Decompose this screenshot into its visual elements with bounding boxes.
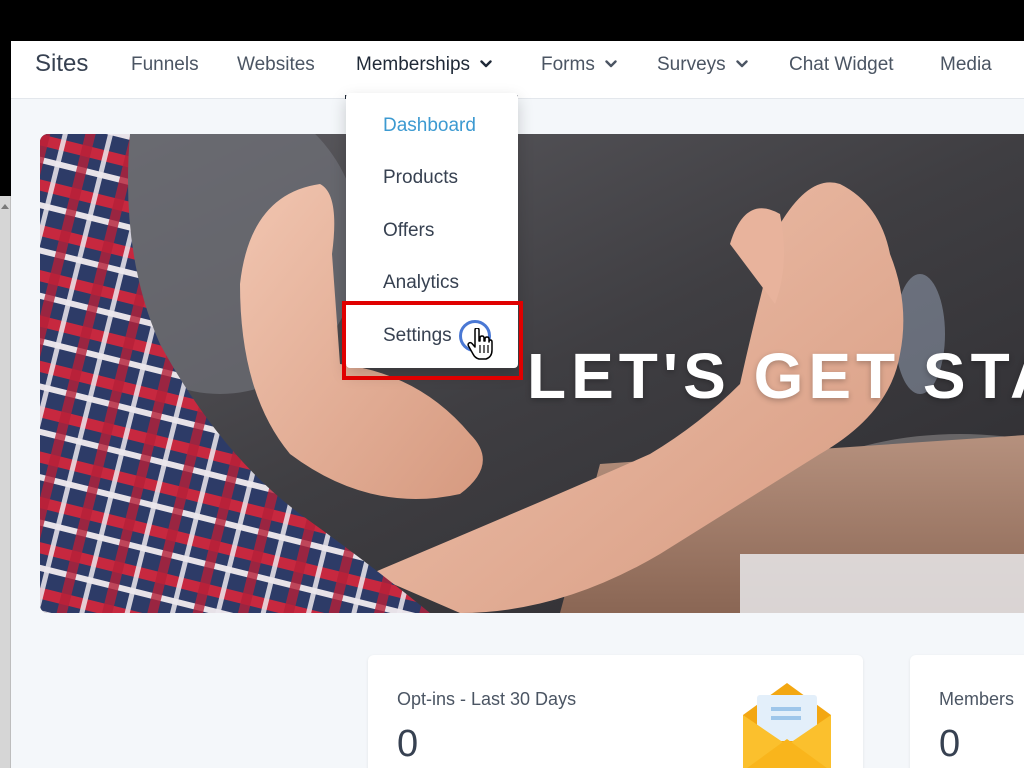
page-title: Sites (35, 50, 89, 77)
left-scrollbar[interactable] (0, 196, 11, 768)
nav-item-label: Surveys (657, 54, 726, 76)
menu-item-dashboard[interactable]: Dashboard (383, 115, 476, 137)
scroll-up-arrow-icon[interactable] (1, 204, 9, 209)
chevron-down-icon (735, 52, 748, 74)
optins-card: Opt-ins - Last 30 Days 0 (368, 655, 863, 768)
nav-item-funnels[interactable]: Funnels (131, 54, 199, 76)
nav-item-websites[interactable]: Websites (237, 54, 315, 76)
hero-banner: LET'S GET STA (40, 134, 1024, 613)
nav-item-label: Memberships (356, 54, 471, 76)
chevron-down-icon (605, 52, 617, 74)
card-title: Members (939, 689, 1015, 709)
nav-item-label: Chat Widget (789, 54, 894, 75)
nav-item-label: Funnels (131, 54, 199, 75)
nav-item-media[interactable]: Media (940, 54, 992, 76)
card-value: 0 (397, 723, 419, 765)
screen-left-black-bar (0, 41, 11, 196)
hero-heading: LET'S GET STA (527, 340, 1024, 412)
nav-item-forms[interactable]: Forms (541, 54, 617, 76)
members-card: Members 0 (910, 655, 1024, 768)
nav-item-surveys[interactable]: Surveys (657, 54, 748, 76)
top-navigation: Sites Funnels Websites Memberships Forms… (11, 41, 1024, 99)
hand-cursor-icon (467, 327, 493, 365)
nav-item-memberships[interactable]: Memberships (356, 54, 492, 76)
card-value: 0 (939, 723, 961, 765)
nav-item-label: Media (940, 54, 992, 75)
settings-highlight-box (342, 301, 523, 380)
menu-item-analytics[interactable]: Analytics (383, 272, 459, 294)
app-window: Sites Funnels Websites Memberships Forms… (11, 41, 1024, 768)
menu-item-products[interactable]: Products (383, 167, 458, 189)
screen-top-black-bar (0, 0, 1024, 41)
nav-item-label: Forms (541, 54, 595, 76)
nav-item-chat-widget[interactable]: Chat Widget (789, 54, 894, 76)
chevron-down-icon (480, 52, 492, 74)
nav-item-label: Websites (237, 54, 315, 75)
menu-item-offers[interactable]: Offers (383, 220, 434, 242)
envelope-icon (739, 681, 835, 768)
card-title: Opt-ins - Last 30 Days (397, 689, 577, 709)
